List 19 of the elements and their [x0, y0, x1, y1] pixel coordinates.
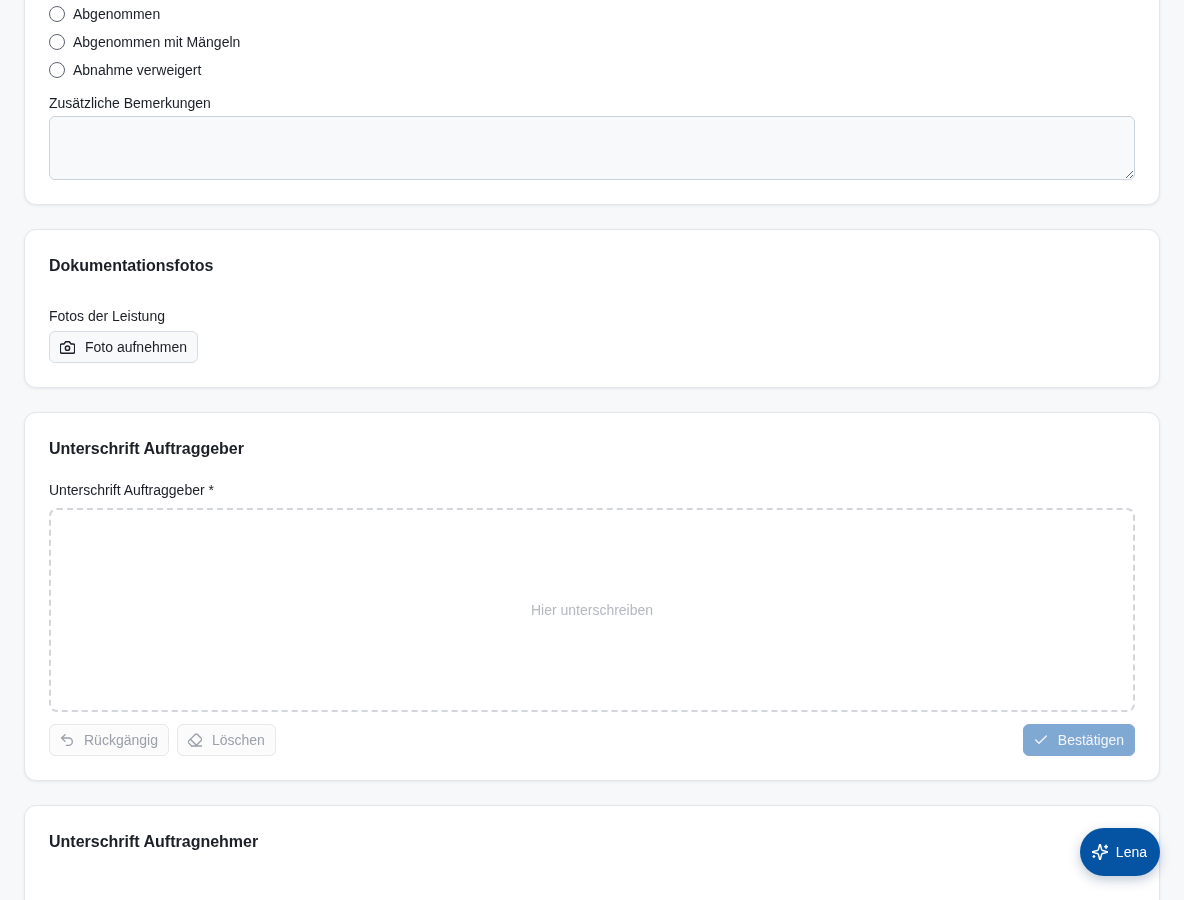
undo-arrow-icon [60, 733, 74, 747]
radio-button[interactable] [49, 62, 65, 78]
field-label: Unterschrift Auftraggeber * [49, 481, 214, 500]
take-photo-button[interactable]: Foto aufnehmen [49, 331, 198, 363]
radio-label[interactable]: Abgenommen mit Mängeln [73, 32, 241, 52]
radio-button[interactable] [49, 6, 65, 22]
radio-button[interactable] [49, 34, 65, 50]
section-title: Dokumentationsfotos [49, 256, 214, 276]
section-title: Unterschrift Auftraggeber [49, 439, 244, 459]
radio-label[interactable]: Abnahme verweigert [73, 60, 202, 80]
field-label: Fotos der Leistung [49, 307, 165, 326]
field-label: Zusätzliche Bemerkungen [49, 94, 211, 113]
eraser-icon [187, 733, 202, 747]
section-title: Unterschrift Auftragnehmer [49, 832, 259, 852]
remarks-field[interactable] [49, 116, 1135, 180]
radio-label[interactable]: Abgenommen [73, 4, 161, 24]
camera-icon [60, 339, 75, 355]
sparkle-icon [1091, 844, 1108, 860]
checkmark-icon [1033, 733, 1048, 747]
